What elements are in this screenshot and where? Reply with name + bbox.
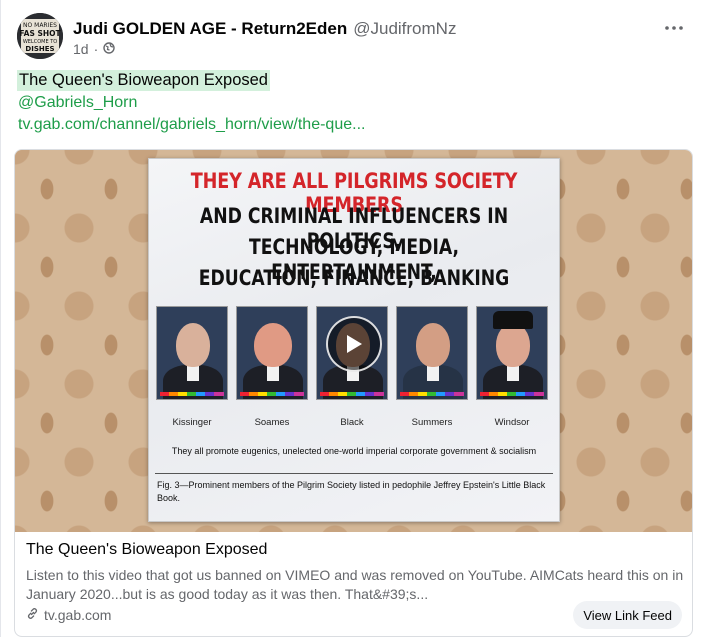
portrait-name: Soames xyxy=(254,417,290,428)
card-title[interactable]: The Queen's Bioweapon Exposed xyxy=(26,541,267,559)
post-meta: 1d · xyxy=(73,41,115,57)
more-options-icon[interactable] xyxy=(660,14,688,42)
portrait-name: Windsor xyxy=(494,417,530,428)
card-domain: tv.gab.com xyxy=(44,607,112,623)
video-thumbnail[interactable]: THEY ARE ALL PILGRIMS SOCIETY MEMBERS AN… xyxy=(15,150,692,532)
meta-separator: · xyxy=(93,41,99,57)
post-title: The Queen's Bioweapon Exposed xyxy=(17,70,270,91)
avatar-text-line: NO MARIES xyxy=(23,22,57,29)
view-link-feed-button[interactable]: View Link Feed xyxy=(573,601,682,629)
avatar-text-line: DISHES xyxy=(25,45,54,53)
mention-link[interactable]: @Gabriels_Horn xyxy=(18,94,137,112)
portrait-image xyxy=(236,306,308,400)
author-handle[interactable]: @JudifromNz xyxy=(353,19,456,38)
portrait-name: Summers xyxy=(411,417,453,428)
portrait-name: Black xyxy=(340,417,364,428)
portrait-image xyxy=(476,306,548,400)
portrait-image xyxy=(156,306,228,400)
poster-figure-caption: Fig. 3—Prominent members of the Pilgrim … xyxy=(157,480,546,503)
post-timestamp[interactable]: 1d xyxy=(73,41,89,57)
post-card: NO MARIES FAS SHOT WELCOME TO DISHES Jud… xyxy=(0,0,706,637)
author-line: Judi GOLDEN AGE - Return2Eden @JudifromNz xyxy=(73,19,456,39)
portrait-image xyxy=(396,306,468,400)
poster-headline-line: EDUCATION, FINANCE, BANKING xyxy=(198,266,510,291)
link-preview-card[interactable]: THEY ARE ALL PILGRIMS SOCIETY MEMBERS AN… xyxy=(14,149,693,637)
avatar-text-line: FAS SHOT xyxy=(19,29,61,38)
poster-note: They all promote eugenics, unelected one… xyxy=(171,446,537,456)
card-domain-link[interactable]: tv.gab.com xyxy=(26,607,111,623)
author-name[interactable]: Judi GOLDEN AGE - Return2Eden xyxy=(73,19,347,38)
link-icon xyxy=(26,607,39,623)
external-url-link[interactable]: tv.gab.com/channel/gabriels_horn/view/th… xyxy=(18,116,365,134)
card-description: Listen to this video that got us banned … xyxy=(26,567,684,602)
globe-icon xyxy=(103,41,115,57)
poster-divider xyxy=(155,473,553,474)
play-icon[interactable] xyxy=(326,316,382,372)
portrait-name: Kissinger xyxy=(172,417,212,428)
author-avatar[interactable]: NO MARIES FAS SHOT WELCOME TO DISHES xyxy=(17,13,63,59)
